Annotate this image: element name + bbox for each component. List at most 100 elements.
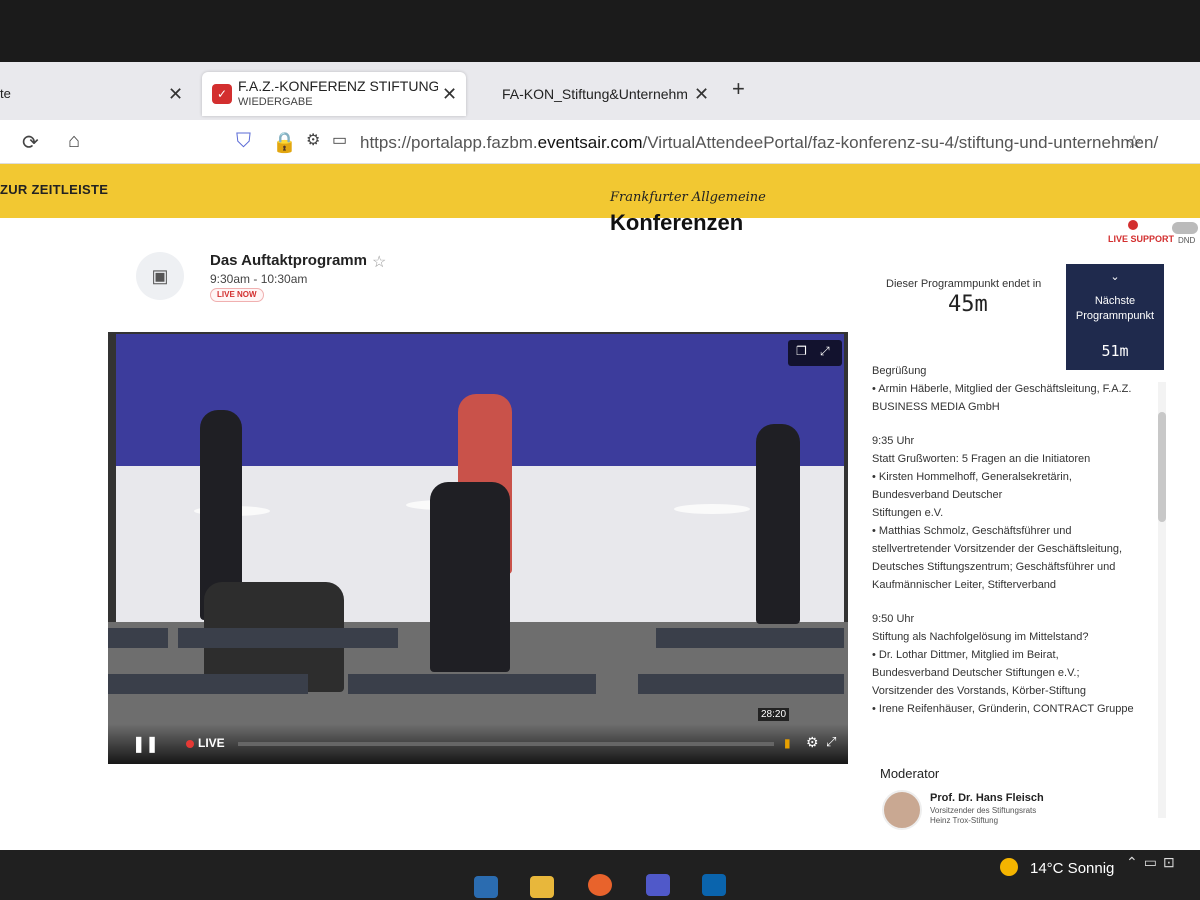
browser-tab-1[interactable]: te ✕ xyxy=(0,72,195,116)
agenda-gap xyxy=(872,416,1162,432)
header-band: ZUR ZEITLEISTE xyxy=(0,164,1200,218)
gear-icon[interactable]: ⚙ xyxy=(806,734,819,751)
session-title: Das Auftaktprogramm xyxy=(210,252,367,269)
video-player[interactable]: ❐ ⤢ ❚❚ LIVE 28:20 ▮ ⚙ ⤢ xyxy=(108,332,848,764)
url-bar[interactable]: https://portalapp.fazbm.eventsair.com/Vi… xyxy=(360,133,1158,153)
moderator-name[interactable]: Prof. Dr. Hans Fleisch xyxy=(930,792,1044,804)
picture-in-picture-icon[interactable]: ❐ xyxy=(796,344,807,358)
video-controls: ❚❚ LIVE 28:20 ▮ ⚙ ⤢ xyxy=(108,708,848,764)
ends-in-value: 45m xyxy=(948,292,988,317)
audience-desk xyxy=(108,628,168,648)
agenda-line: Bundesverband Deutscher Stiftungen e.V.; xyxy=(872,667,1080,679)
lock-icon[interactable]: 🔒 xyxy=(272,130,297,155)
permissions-icon[interactable]: ⚙ xyxy=(306,130,320,150)
agenda-line: Stiftung als Nachfolgelösung im Mittelst… xyxy=(872,631,1089,643)
close-icon[interactable]: ✕ xyxy=(168,84,183,105)
scrollbar-thumb[interactable] xyxy=(1158,412,1166,522)
agenda-line: Kaufmännischer Leiter, Stifterverband xyxy=(872,579,1057,591)
agenda-line: 9:50 Uhr xyxy=(872,613,915,625)
video-timestamp: 28:20 xyxy=(758,708,790,721)
agenda-line: • Kirsten Hommelhoff, Generalsekretärin, xyxy=(872,471,1072,483)
browser-tab-active[interactable]: ✓ F.A.Z.-KONFERENZ STIFTUNG & WIEDERGABE… xyxy=(202,72,466,116)
ends-in-label: Dieser Programmpunkt endet in xyxy=(886,278,1042,290)
audience-desk xyxy=(178,628,398,648)
reload-icon[interactable]: ⟳ xyxy=(22,130,39,155)
close-icon[interactable]: ✕ xyxy=(694,84,709,105)
os-taskbar: 14°C Sonnig ⌃▭⊡ xyxy=(0,850,1200,900)
weather-text[interactable]: 14°C Sonnig xyxy=(1030,860,1114,877)
new-tab-button[interactable]: + xyxy=(732,76,745,102)
chevron-down-icon: ⌄ xyxy=(1110,271,1120,283)
audience-desk xyxy=(348,674,596,694)
dnd-label: DND xyxy=(1178,236,1196,245)
faz-favicon-icon: ✓ xyxy=(212,84,232,104)
teams-icon[interactable] xyxy=(646,874,670,896)
agenda-line: • Dr. Lothar Dittmer, Mitglied im Beirat… xyxy=(872,649,1059,661)
agenda-scrollbar[interactable] xyxy=(1158,382,1166,818)
agenda-gap xyxy=(872,594,1162,610)
browser-tab-3[interactable]: FA-KON_Stiftung&Unternehmen ✕ xyxy=(502,72,717,116)
browser-tab-bar: te ✕ ✓ F.A.Z.-KONFERENZ STIFTUNG & WIEDE… xyxy=(0,62,1200,120)
video-top-controls: ❐ ⤢ xyxy=(788,340,842,366)
moderator-organisation: Heinz Trox-Stiftung xyxy=(930,816,999,825)
avatar[interactable] xyxy=(882,790,922,830)
agenda-line: • Irene Reifenhäuser, Gründerin, CONTRAC… xyxy=(872,703,1134,715)
moderator-heading: Moderator xyxy=(880,766,940,781)
agenda-line: Stiftungen e.V. xyxy=(872,507,944,519)
home-icon[interactable]: ⌂ xyxy=(68,130,80,153)
url-path: /VirtualAttendeePortal/faz-konferenz-su-… xyxy=(642,133,1159,152)
close-icon[interactable]: ✕ xyxy=(442,84,457,105)
tab-title: te xyxy=(0,86,11,101)
fullscreen-icon[interactable]: ⤢ xyxy=(826,734,836,750)
pause-button[interactable]: ❚❚ xyxy=(132,734,159,754)
agenda-line: • Armin Häberle, Mitglied der Geschäftsl… xyxy=(872,383,1132,395)
system-tray-icons[interactable]: ⌃▭⊡ xyxy=(1126,854,1181,871)
next-session-box[interactable]: ⌄ Nächste Programmpunkt 51m xyxy=(1066,264,1164,370)
tab-subtitle: WIEDERGABE xyxy=(238,96,313,108)
timeline-link[interactable]: ZUR ZEITLEISTE xyxy=(0,182,108,197)
audience-desk xyxy=(656,628,844,648)
brand-logo-main: Konferenzen xyxy=(610,210,744,235)
shield-icon[interactable]: ⛉ xyxy=(236,130,251,153)
support-bell-icon[interactable] xyxy=(1128,220,1138,230)
live-label: LIVE xyxy=(198,736,225,750)
page-header: ZUR ZEITLEISTE Frankfurter Allgemeine Ko… xyxy=(0,164,1200,252)
agenda-line: Begrüßung xyxy=(872,365,927,377)
audience-desk xyxy=(638,674,844,694)
tab-title: FA-KON_Stiftung&Unternehmen xyxy=(502,86,687,102)
next-session-label: Nächste Programmpunkt xyxy=(1075,295,1155,322)
outlook-icon[interactable] xyxy=(702,874,726,896)
dnd-toggle[interactable] xyxy=(1172,222,1198,234)
agenda-line: Bundesverband Deutscher xyxy=(872,489,1003,501)
audience-desk xyxy=(108,674,308,694)
live-dot-icon xyxy=(186,740,194,748)
bookmark-star-icon[interactable]: ☆ xyxy=(1126,132,1142,153)
expand-icon[interactable]: ⤢ xyxy=(820,344,830,359)
video-progress-bar[interactable] xyxy=(238,742,774,746)
tab-title: F.A.Z.-KONFERENZ STIFTUNG & xyxy=(238,78,438,94)
agenda-line: • Matthias Schmolz, Geschäftsführer und xyxy=(872,525,1072,537)
firefox-icon[interactable] xyxy=(588,874,612,896)
browser-nav-bar: ⟳ ⌂ ⛉ 🔒 ⚙ ▭ https://portalapp.fazbm.even… xyxy=(0,120,1200,164)
main-content: ▣ Das Auftaktprogramm ☆ 9:30am - 10:30am… xyxy=(0,252,1200,862)
agenda-line: stellvertretender Vorsitzender der Gesch… xyxy=(872,543,1123,555)
camera-operator-figure xyxy=(430,482,510,672)
presentation-icon: ▣ xyxy=(136,252,184,300)
url-domain: eventsair.com xyxy=(537,133,643,152)
sun-icon xyxy=(1000,858,1018,876)
agenda-line: Vorsitzender des Vorstands, Körber-Stift… xyxy=(872,685,1087,697)
speaker-figure xyxy=(756,424,800,624)
session-time: 9:30am - 10:30am xyxy=(210,272,308,286)
edge-icon[interactable] xyxy=(474,876,498,898)
url-prefix: https://portalapp.fazbm. xyxy=(360,133,538,152)
stage-table xyxy=(674,504,750,514)
live-support-link[interactable]: LIVE SUPPORT xyxy=(1108,234,1174,244)
live-now-badge: LIVE NOW xyxy=(210,288,264,302)
agenda-line: Statt Grußworten: 5 Fragen an die Initia… xyxy=(872,453,1091,465)
folder-icon[interactable] xyxy=(530,876,554,898)
next-session-value: 51m xyxy=(1101,342,1129,360)
signal-icon[interactable]: ▮ xyxy=(784,736,791,750)
favorite-star-icon[interactable]: ☆ xyxy=(372,252,386,272)
agenda-line: Deutsches Stiftungszentrum; Geschäftsfüh… xyxy=(872,561,1116,573)
camera-icon[interactable]: ▭ xyxy=(332,130,347,150)
